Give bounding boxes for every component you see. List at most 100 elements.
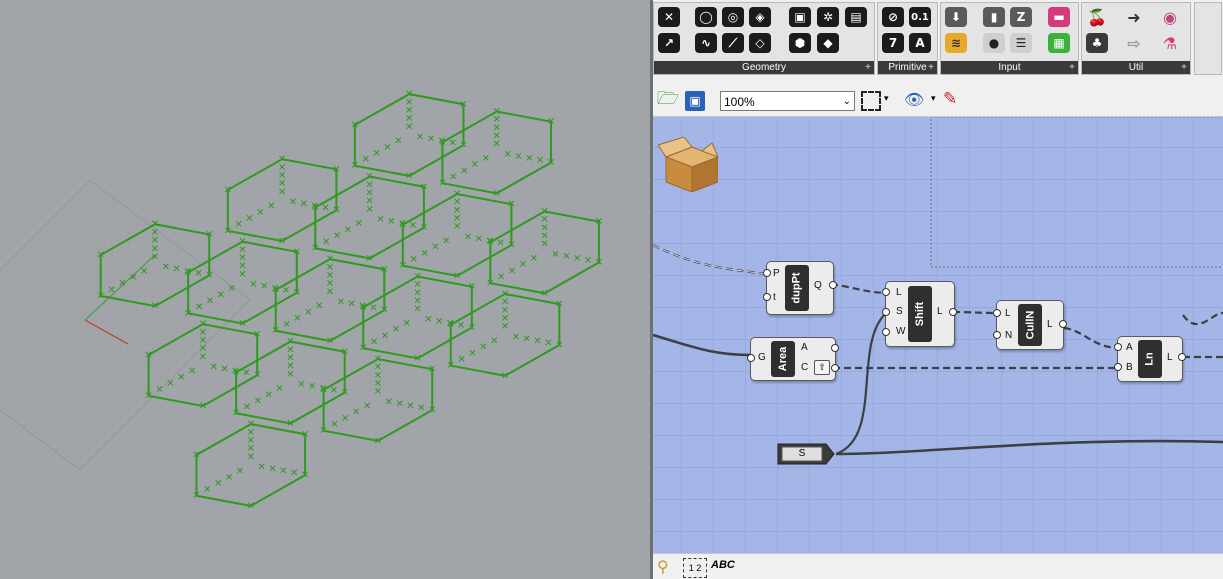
flask-button[interactable]: ⚗ (1158, 32, 1182, 54)
surface-param-button[interactable]: ◈ (748, 6, 772, 28)
culln-component[interactable]: L N CullN L (993, 300, 1067, 350)
vertex-point-marker: ✕ (459, 99, 467, 110)
circle-param-button[interactable]: ◯ (694, 6, 718, 28)
output-grip[interactable] (949, 308, 957, 316)
vertex-point-marker: ✕ (278, 236, 286, 247)
divide-point-marker: ✕ (220, 364, 228, 375)
duppt-component[interactable]: P t dupPt Q (763, 261, 837, 315)
button-object-button[interactable]: ● (982, 32, 1006, 54)
open-folder-icon[interactable]: 🗁 (657, 88, 679, 112)
zoom-dropdown[interactable]: 100% ⌄ (720, 91, 855, 111)
text-tag-icon[interactable]: ABC (711, 559, 735, 571)
slider-button[interactable]: Z (1009, 6, 1033, 28)
vertex-point-marker: ✕ (359, 302, 367, 313)
divide-point-marker: ✕ (264, 390, 272, 401)
field-param-button[interactable]: ▤ (844, 6, 868, 28)
input-grip[interactable] (763, 269, 771, 277)
divide-point-marker: ✕ (249, 280, 257, 291)
plane-param-button[interactable]: ◇ (748, 32, 772, 54)
swatch-button[interactable]: ▦ (1047, 32, 1071, 54)
box-param-button[interactable]: ▣ (788, 6, 812, 28)
input-l: L (896, 287, 902, 298)
input-grip[interactable] (882, 308, 890, 316)
gumball-icon[interactable]: ⚲ (657, 557, 669, 577)
line-param-button[interactable]: ⟋ (721, 32, 745, 54)
integer-icon: 7 (882, 33, 904, 53)
input-grip[interactable] (882, 288, 890, 296)
brep-param-button[interactable]: ⬢ (788, 32, 812, 54)
zoom-extents-icon[interactable] (861, 91, 881, 111)
input-grip[interactable] (993, 309, 1001, 317)
output-grip[interactable] (831, 364, 839, 372)
divide-point-marker: ✕ (289, 197, 297, 208)
vertex-point-marker: ✕ (595, 258, 603, 269)
output-grip[interactable] (1178, 353, 1186, 361)
box-icon: ▣ (789, 7, 811, 27)
value-list-button[interactable]: ☰ (1009, 32, 1033, 54)
disc-icon: ◉ (1163, 7, 1177, 27)
point-param-button[interactable]: ✕ (657, 6, 681, 28)
galapagos-button[interactable]: ◉ (1158, 6, 1182, 28)
divide-point-marker: ✕ (369, 303, 377, 314)
divide-point-marker: ✕ (279, 466, 287, 477)
shift-component[interactable]: L S W Shift L (882, 281, 957, 347)
ln-component[interactable]: A B Ln L (1114, 336, 1186, 382)
relay-button[interactable]: ➜ (1122, 6, 1146, 28)
number-sequence-icon[interactable]: 1 2 (683, 558, 707, 578)
rhino-viewport[interactable]: ✕ ✕ ✕ ✕ ✕ ✕ ✕ ✕ ✕ ✕ ✕ ✕ ✕ ✕ ✕ ✕ ✕ ✕ ✕ ✕ ✕ ✕ ✕ ✕ ✕ ✕ ✕ ✕ ✕ ✕ ✕ ✕ ✕ ✕ ✕ ✕ ✕ ✕ ✕ ✕… (0, 0, 650, 579)
download-icon: ⬇ (945, 7, 967, 27)
output-grip[interactable] (829, 281, 837, 289)
input-p: P (773, 268, 780, 279)
toggle-button[interactable]: ▮ (982, 6, 1006, 28)
gradient-button[interactable]: ▬ (1047, 6, 1071, 28)
area-component[interactable]: G Area A C ⇧ (747, 337, 839, 381)
vertex-point-marker: ✕ (453, 271, 461, 282)
hidden-relay-button[interactable]: ⇨ (1122, 32, 1146, 54)
input-grip[interactable] (993, 331, 1001, 339)
preview-eye-icon[interactable]: 👁 (904, 90, 924, 110)
vertex-point-marker: ✕ (413, 353, 421, 364)
text-param-button[interactable]: A (908, 32, 932, 54)
boolean-param-button[interactable]: ⊘ (881, 6, 905, 28)
divide-point-marker: ✕ (206, 296, 214, 307)
vertex-point-marker: ✕ (438, 178, 446, 189)
arc-param-button[interactable]: ◎ (721, 6, 745, 28)
integer-param-button[interactable]: 7 (881, 32, 905, 54)
cluster-box-icon (657, 136, 720, 193)
save-icon[interactable]: ▣ (685, 91, 705, 111)
divide-point-marker: ✕ (457, 354, 465, 365)
canvas-bottom-bar: ⚲ 1 2 ABC (653, 553, 1223, 579)
mesh-param-button[interactable]: ✲ (816, 6, 840, 28)
input-grip[interactable] (1114, 363, 1122, 371)
input-grip[interactable] (1114, 343, 1122, 351)
vertex-point-marker: ✕ (486, 237, 494, 248)
chevron-down-icon[interactable]: ▾ (931, 93, 936, 104)
vertex-point-marker: ✕ (547, 158, 555, 169)
input-grip[interactable] (763, 293, 771, 301)
import-button[interactable]: ⬇ (944, 6, 968, 28)
output-grip[interactable] (1059, 320, 1067, 328)
ribbon-overflow[interactable] (1194, 2, 1222, 75)
vertex-point-marker: ✕ (493, 188, 501, 199)
curve-param-button[interactable]: ∿ (694, 32, 718, 54)
divide-point-marker: ✕ (172, 264, 180, 275)
gradient-icon: ▬ (1048, 7, 1070, 27)
chevron-down-icon[interactable]: ▾ (884, 93, 889, 104)
input-grip[interactable] (747, 354, 755, 362)
cherry-icon: 🍒 (1087, 7, 1107, 27)
ribbon-group-geometry: ✕ ↗ ◯ ∿ ◎ ⟋ ◈ ◇ ▣ ⬢ ✲ ◆ ▤ Geometry + (653, 2, 875, 75)
s-param-component[interactable]: S (776, 443, 836, 465)
flatten-icon[interactable]: ⇧ (814, 360, 830, 375)
cherry-picker-button[interactable]: 🍒 (1085, 6, 1109, 28)
grasshopper-canvas[interactable]: P t dupPt Q L S W Shift L L N CullN L G … (653, 117, 1223, 553)
output-grip[interactable] (831, 344, 839, 352)
ribbon-group-label: Input + (941, 61, 1078, 74)
number-param-button[interactable]: 0.1 (908, 6, 932, 28)
geometry-param-button[interactable]: ◆ (816, 32, 840, 54)
sketch-pen-icon[interactable]: ✎ (943, 89, 957, 109)
input-grip[interactable] (882, 328, 890, 336)
graph-mapper-button[interactable]: ≋ (944, 32, 968, 54)
vertex-point-marker: ✕ (326, 254, 334, 265)
vector-param-button[interactable]: ↗ (657, 32, 681, 54)
tree-button[interactable]: ♣ (1085, 32, 1109, 54)
